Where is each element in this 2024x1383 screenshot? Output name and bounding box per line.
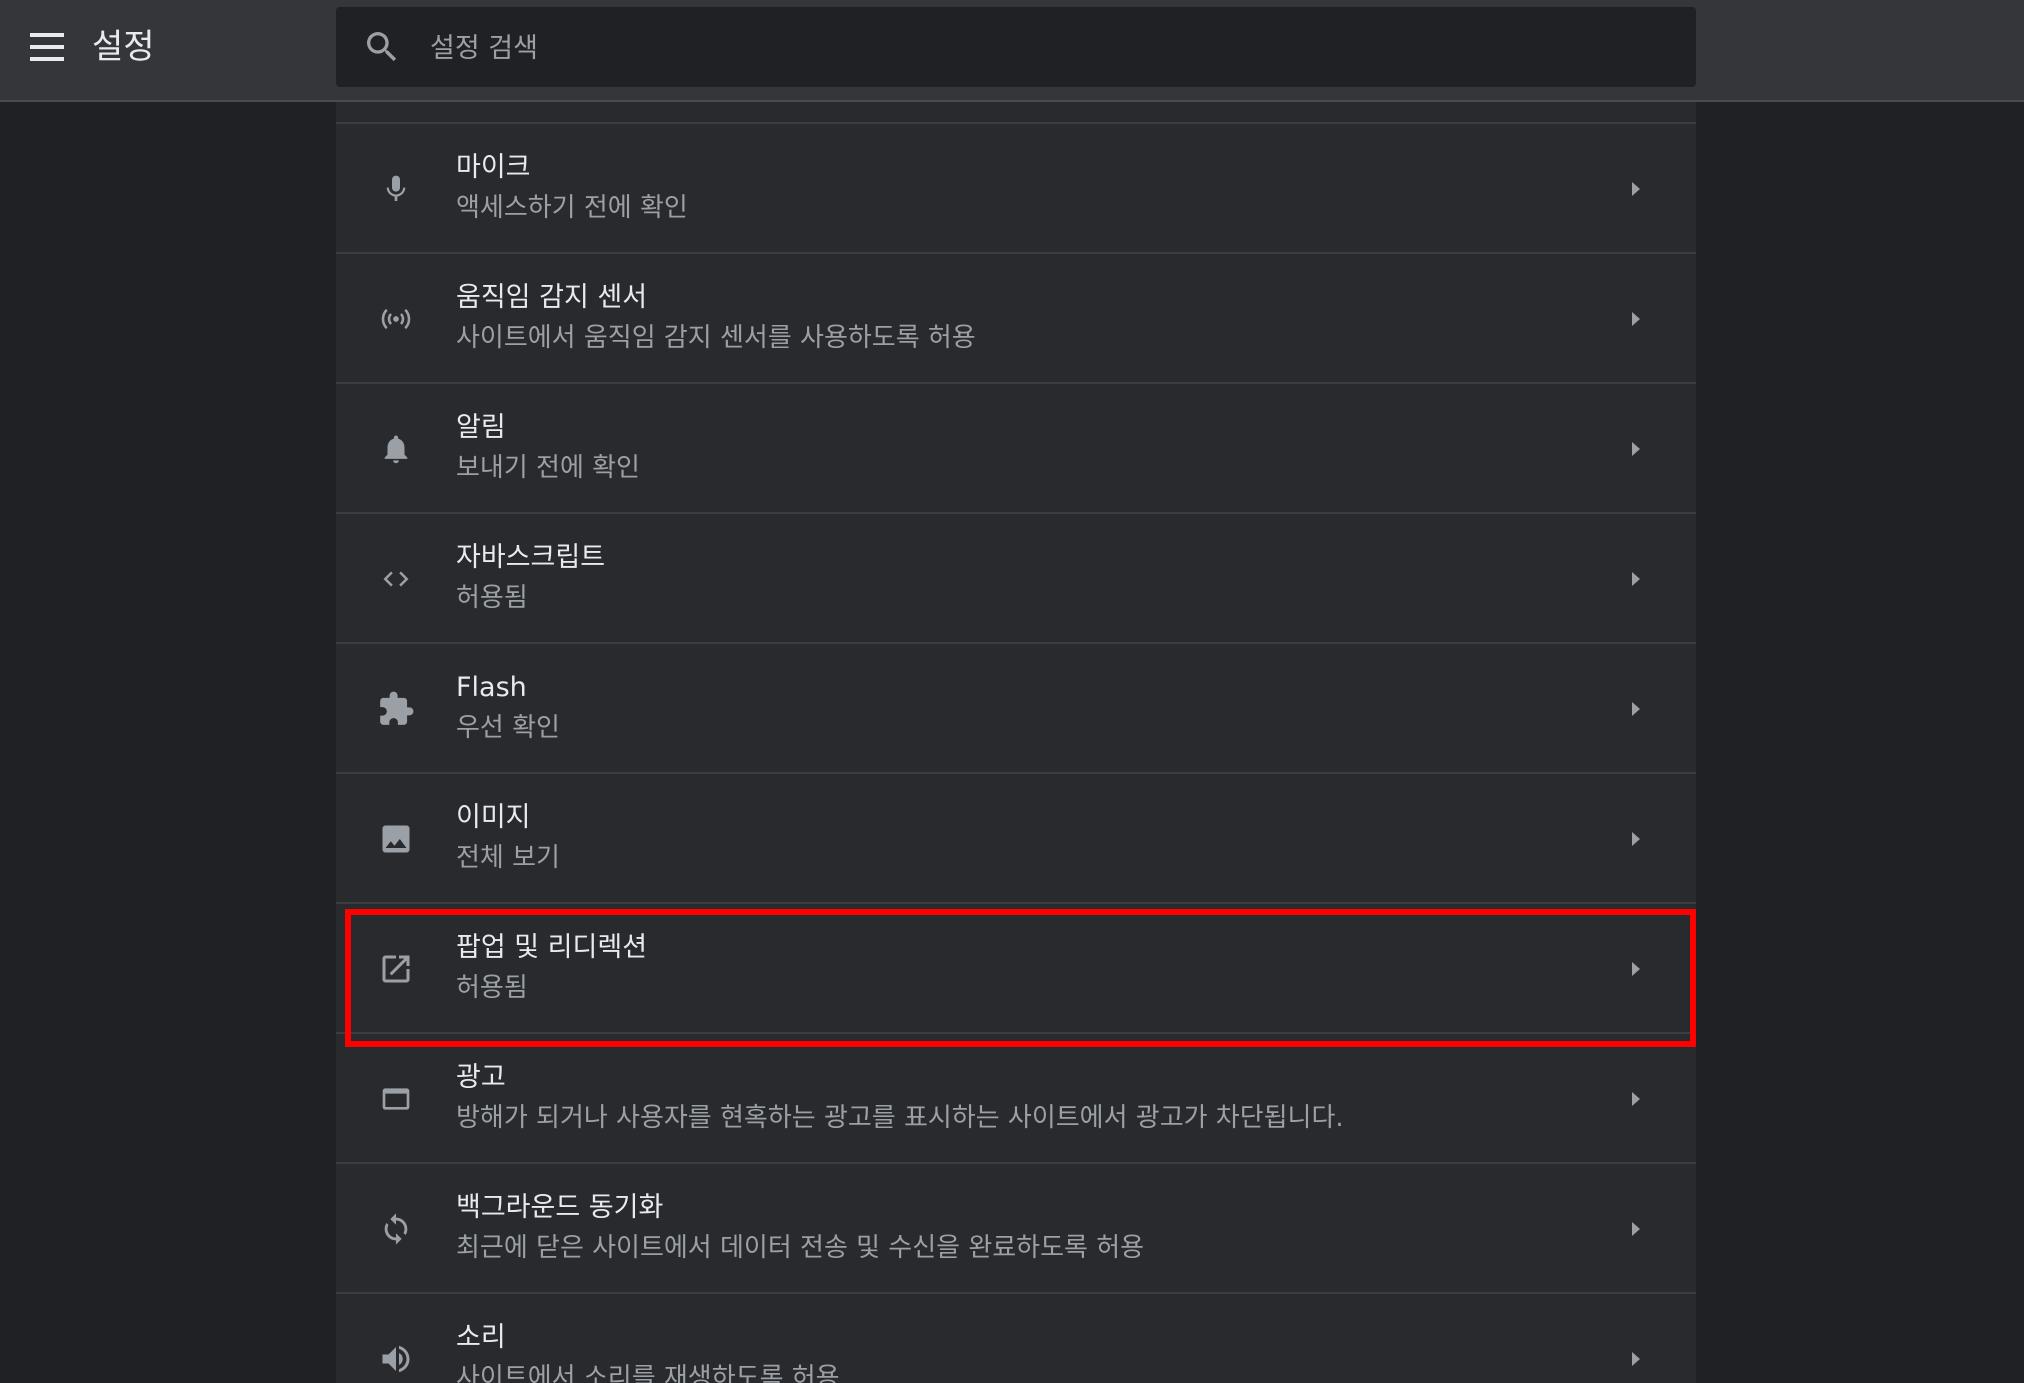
scrollbar-track[interactable] bbox=[2012, 440, 2024, 1383]
setting-status: 사이트에서 소리를 재생하도록 허용 bbox=[456, 1363, 840, 1383]
setting-status: 최근에 닫은 사이트에서 데이터 전송 및 수신을 완료하도록 허용 bbox=[456, 1233, 1145, 1263]
arrow-right-icon[interactable] bbox=[1626, 1087, 1646, 1111]
search-icon bbox=[362, 27, 402, 67]
search-input[interactable] bbox=[428, 7, 1632, 89]
window-icon bbox=[376, 1079, 416, 1119]
arrow-right-icon[interactable] bbox=[1626, 307, 1646, 331]
microphone-icon bbox=[376, 169, 416, 209]
setting-status: 사이트에서 움직임 감지 센서를 사용하도록 허용 bbox=[456, 323, 976, 353]
setting-label: 백그라운드 동기화 bbox=[456, 1192, 664, 1223]
open-in-new-icon bbox=[376, 949, 416, 989]
setting-row-speaker[interactable]: 소리사이트에서 소리를 재생하도록 허용 bbox=[336, 1294, 1696, 1383]
arrow-right-icon[interactable] bbox=[1626, 177, 1646, 201]
setting-row-bell[interactable]: 알림보내기 전에 확인 bbox=[336, 384, 1696, 514]
arrow-right-icon[interactable] bbox=[1626, 437, 1646, 461]
arrow-right-icon[interactable] bbox=[1626, 957, 1646, 981]
arrow-right-icon[interactable] bbox=[1626, 697, 1646, 721]
code-icon bbox=[376, 559, 416, 599]
setting-label: Flash bbox=[456, 672, 527, 703]
speaker-icon bbox=[376, 1339, 416, 1379]
setting-label: 자바스크립트 bbox=[456, 542, 606, 573]
setting-row-motion-sensor[interactable]: 움직임 감지 센서사이트에서 움직임 감지 센서를 사용하도록 허용 bbox=[336, 254, 1696, 384]
page-title: 설정 bbox=[92, 27, 155, 67]
bell-icon bbox=[376, 429, 416, 469]
setting-row-microphone[interactable]: 마이크액세스하기 전에 확인 bbox=[336, 124, 1696, 254]
setting-row-sync[interactable]: 백그라운드 동기화최근에 닫은 사이트에서 데이터 전송 및 수신을 완료하도록… bbox=[336, 1164, 1696, 1294]
setting-label: 팝업 및 리디렉션 bbox=[456, 932, 648, 963]
site-settings-list: 마이크액세스하기 전에 확인움직임 감지 센서사이트에서 움직임 감지 센서를 … bbox=[336, 124, 1696, 1383]
setting-row-image[interactable]: 이미지전체 보기 bbox=[336, 774, 1696, 904]
setting-label: 광고 bbox=[456, 1062, 506, 1093]
arrow-right-icon[interactable] bbox=[1626, 1217, 1646, 1241]
arrow-right-icon[interactable] bbox=[1626, 567, 1646, 591]
top-toolbar: 설정 bbox=[0, 0, 2024, 102]
image-icon bbox=[376, 819, 416, 859]
setting-label: 이미지 bbox=[456, 802, 531, 833]
setting-label: 알림 bbox=[456, 412, 506, 443]
setting-row-open-in-new[interactable]: 팝업 및 리디렉션허용됨 bbox=[336, 904, 1696, 1034]
setting-label: 마이크 bbox=[456, 152, 531, 183]
setting-status: 허용됨 bbox=[456, 973, 528, 1003]
setting-label: 움직임 감지 센서 bbox=[456, 282, 648, 313]
setting-row-puzzle[interactable]: Flash 우선 확인 bbox=[336, 644, 1696, 774]
settings-card: 마이크액세스하기 전에 확인움직임 감지 센서사이트에서 움직임 감지 센서를 … bbox=[336, 102, 1696, 1383]
setting-row-code[interactable]: 자바스크립트허용됨 bbox=[336, 514, 1696, 644]
setting-status: 우선 확인 bbox=[456, 713, 560, 743]
setting-row-window[interactable]: 광고방해가 되거나 사용자를 현혹하는 광고를 표시하는 사이트에서 광고가 차… bbox=[336, 1034, 1696, 1164]
puzzle-icon bbox=[376, 689, 416, 729]
setting-label: 소리 bbox=[456, 1322, 506, 1353]
setting-status: 액세스하기 전에 확인 bbox=[456, 193, 688, 223]
divider bbox=[336, 102, 1696, 124]
arrow-right-icon[interactable] bbox=[1626, 1347, 1646, 1371]
setting-status: 보내기 전에 확인 bbox=[456, 453, 640, 483]
sync-icon bbox=[376, 1209, 416, 1249]
setting-status: 허용됨 bbox=[456, 583, 528, 613]
setting-status: 전체 보기 bbox=[456, 843, 560, 873]
search-box[interactable] bbox=[336, 7, 1696, 89]
arrow-right-icon[interactable] bbox=[1626, 827, 1646, 851]
motion-sensor-icon bbox=[376, 299, 416, 339]
setting-status: 방해가 되거나 사용자를 현혹하는 광고를 표시하는 사이트에서 광고가 차단됩… bbox=[456, 1103, 1344, 1133]
menu-icon[interactable] bbox=[26, 26, 68, 68]
